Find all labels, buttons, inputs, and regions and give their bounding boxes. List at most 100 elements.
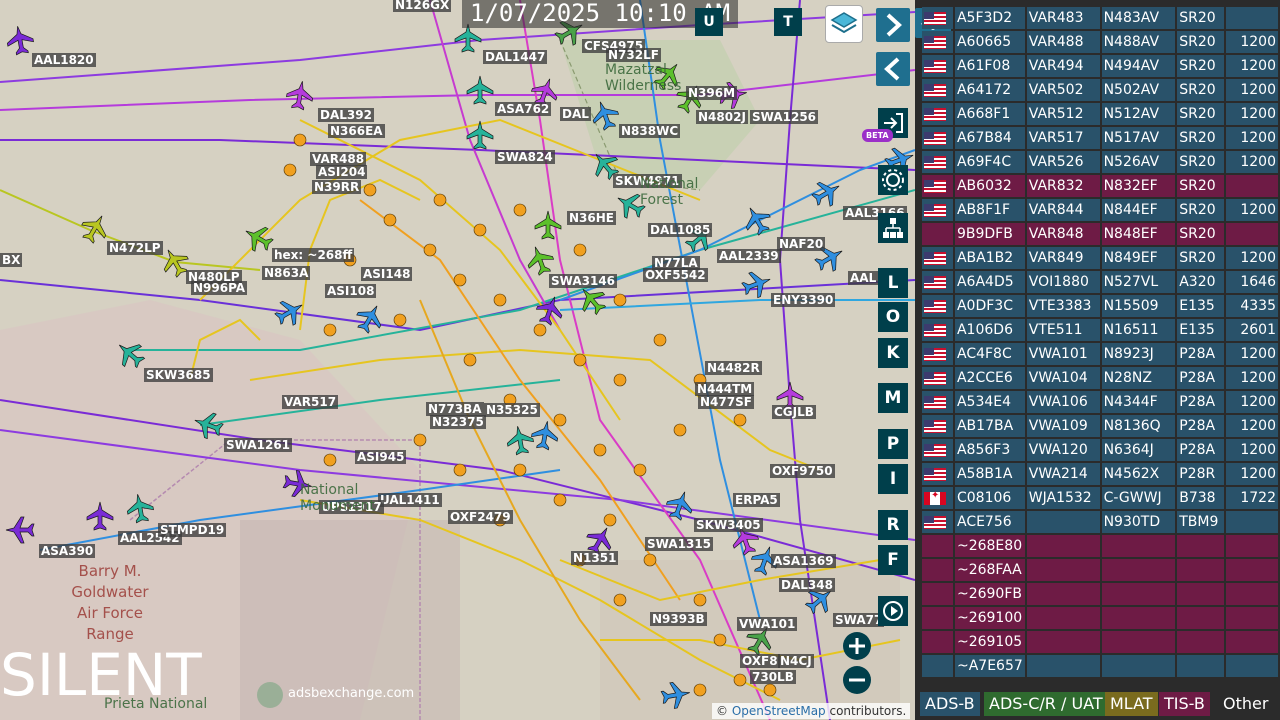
aircraft-icon[interactable] — [533, 292, 567, 327]
table-row[interactable]: ABA1B2 VAR849 N849EF SR20 1200 — [922, 247, 1278, 269]
legend-adsc[interactable]: ADS-C/R / UAT — [984, 692, 1108, 716]
flight-label[interactable]: ASA390 — [39, 544, 96, 558]
aircraft-icon[interactable] — [523, 242, 557, 277]
flight-label[interactable]: OXF2479 — [448, 510, 513, 524]
flight-label[interactable]: OXF8 — [740, 654, 780, 668]
table-row[interactable]: ~268FAA — [922, 559, 1278, 581]
settings-button[interactable] — [878, 165, 908, 195]
flight-label[interactable]: 730LB — [750, 670, 796, 684]
legend-adsb[interactable]: ADS-B — [920, 692, 980, 716]
flight-label[interactable]: DAL348 — [779, 578, 835, 592]
side-button-o[interactable]: O — [878, 302, 908, 332]
side-button-f[interactable]: F — [878, 545, 908, 575]
flight-label[interactable]: N444TM — [695, 382, 755, 396]
flight-label[interactable]: ASA1369 — [771, 554, 836, 568]
flight-label[interactable]: N126GX — [393, 0, 452, 12]
button-u[interactable]: U — [695, 8, 723, 36]
flight-label[interactable]: UAL1411 — [378, 493, 442, 507]
flight-label[interactable]: DAL1085 — [648, 223, 713, 237]
flight-label[interactable]: SKW3685 — [144, 368, 213, 382]
table-row[interactable]: A534E4 VWA106 N4344F P28A 1200 — [922, 391, 1278, 413]
flight-label[interactable]: N4802J — [696, 110, 748, 124]
flight-label[interactable]: N36HE — [567, 211, 616, 225]
aircraft-icon[interactable] — [530, 419, 560, 451]
flight-label[interactable]: N9393B — [650, 612, 707, 626]
flight-label[interactable]: SKW3405 — [694, 518, 763, 532]
flight-label[interactable]: DAL1447 — [483, 50, 548, 64]
flight-label[interactable]: N39RR — [312, 180, 362, 194]
table-row[interactable]: ~2690FB — [922, 583, 1278, 605]
replay-button[interactable] — [878, 596, 908, 626]
flight-label[interactable]: NAF20 — [777, 237, 826, 251]
aircraft-icon[interactable] — [505, 424, 535, 456]
aircraft-icon[interactable] — [534, 210, 562, 240]
flight-label[interactable]: CGJLB — [772, 405, 816, 419]
aircraft-icon[interactable] — [125, 492, 155, 524]
flight-label[interactable]: N838WC — [619, 124, 681, 138]
filter-button[interactable] — [878, 213, 908, 243]
flight-label[interactable]: N477SF — [698, 395, 754, 409]
flight-label[interactable]: N4CJ — [778, 654, 814, 668]
legend-tisb[interactable]: TIS-B — [1159, 692, 1210, 716]
flight-label[interactable]: AAL2339 — [717, 249, 781, 263]
side-button-r[interactable]: R — [878, 510, 908, 540]
table-row[interactable]: A668F1 VAR512 N512AV SR20 1200 — [922, 103, 1278, 125]
flight-label[interactable]: VAR488 — [310, 152, 367, 166]
collapse-left-button[interactable] — [876, 52, 910, 86]
table-row[interactable]: AB8F1F VAR844 N844EF SR20 1200 — [922, 199, 1278, 221]
flight-label[interactable]: N732LF — [606, 48, 661, 62]
side-button-p[interactable]: P — [878, 429, 908, 459]
side-button-m[interactable]: M — [878, 383, 908, 413]
button-t[interactable]: T — [774, 8, 802, 36]
flight-label[interactable]: ASI945 — [355, 450, 407, 464]
table-row[interactable]: A106D6 VTE511 N16511 E135 2601 — [922, 319, 1278, 341]
flight-label[interactable]: ENY3390 — [771, 293, 836, 307]
side-button-k[interactable]: K — [878, 338, 908, 368]
flight-label[interactable]: N1351 — [571, 551, 619, 565]
table-row[interactable]: AC4F8C VWA101 N8923J P28A 1200 — [922, 343, 1278, 365]
flight-label[interactable]: BX — [0, 253, 23, 267]
flight-label[interactable]: SWA1315 — [645, 537, 714, 551]
osm-link[interactable]: OpenStreetMap — [732, 704, 826, 718]
table-row[interactable]: A6A4D5 VOI1880 N527VL A320 1646 — [922, 271, 1278, 293]
flight-label[interactable]: VWA101 — [737, 617, 798, 631]
aircraft-icon[interactable] — [466, 120, 494, 150]
aircraft-icon[interactable] — [86, 501, 114, 531]
table-row[interactable]: ~A7E657 — [922, 655, 1278, 677]
map-view[interactable]: N126GX AAL1820 DAL1447 CFS4975 N732LF DAL392 N… — [0, 0, 915, 720]
table-row[interactable]: AB6032 VAR832 N832EF SR20 — [922, 175, 1278, 197]
table-row[interactable]: 9B9DFB VAR848 N848EF SR20 — [922, 223, 1278, 245]
flight-label[interactable]: AAL — [848, 271, 879, 285]
flight-label[interactable]: DAL — [560, 107, 591, 121]
flight-label[interactable]: OXF9750 — [770, 464, 835, 478]
aircraft-icon[interactable] — [739, 267, 774, 301]
aircraft-icon[interactable] — [660, 680, 692, 710]
table-row[interactable]: A2CCE6 VWA104 N28NZ P28A 1200 — [922, 367, 1278, 389]
table-row[interactable]: ~268E80 — [922, 535, 1278, 557]
aircraft-icon[interactable] — [5, 24, 35, 56]
layers-button[interactable] — [825, 5, 863, 43]
flight-label[interactable]: ASI148 — [361, 267, 413, 281]
table-row[interactable]: A5F3D2 VAR483 N483AV SR20 — [922, 7, 1278, 29]
aircraft-icon[interactable] — [466, 75, 494, 105]
legend-mlat[interactable]: MLAT — [1105, 692, 1158, 716]
table-row[interactable]: A60665 VAR488 N488AV SR20 1200 — [922, 31, 1278, 53]
side-button-l[interactable]: L — [878, 268, 908, 298]
flight-label[interactable]: OXF5542 — [643, 268, 708, 282]
table-row[interactable]: A58B1A VWA214 N4562X P28R 1200 — [922, 463, 1278, 485]
flight-label[interactable]: SWA1256 — [750, 110, 819, 124]
flight-label[interactable]: N366EA — [328, 124, 385, 138]
aircraft-icon[interactable] — [352, 299, 389, 336]
table-row[interactable]: ~269100 — [922, 607, 1278, 629]
flight-label[interactable]: ASI108 — [325, 284, 377, 298]
side-button-i[interactable]: I — [878, 464, 908, 494]
table-row[interactable]: A856F3 VWA120 N6364J P28A 1200 — [922, 439, 1278, 461]
flight-label[interactable]: N396M — [686, 86, 738, 100]
table-row[interactable]: ACE756 N930TD TBM9 — [922, 511, 1278, 533]
flight-label[interactable]: DAL392 — [318, 108, 374, 122]
flight-label[interactable]: N773BA — [426, 402, 484, 416]
flight-label[interactable]: N35325 — [484, 403, 540, 417]
flight-label[interactable]: N472LP — [107, 241, 163, 255]
table-row[interactable]: A61F08 VAR494 N494AV SR20 1200 — [922, 55, 1278, 77]
table-row[interactable]: C08106WJA1532C-GWWJB7381722 — [922, 487, 1278, 509]
